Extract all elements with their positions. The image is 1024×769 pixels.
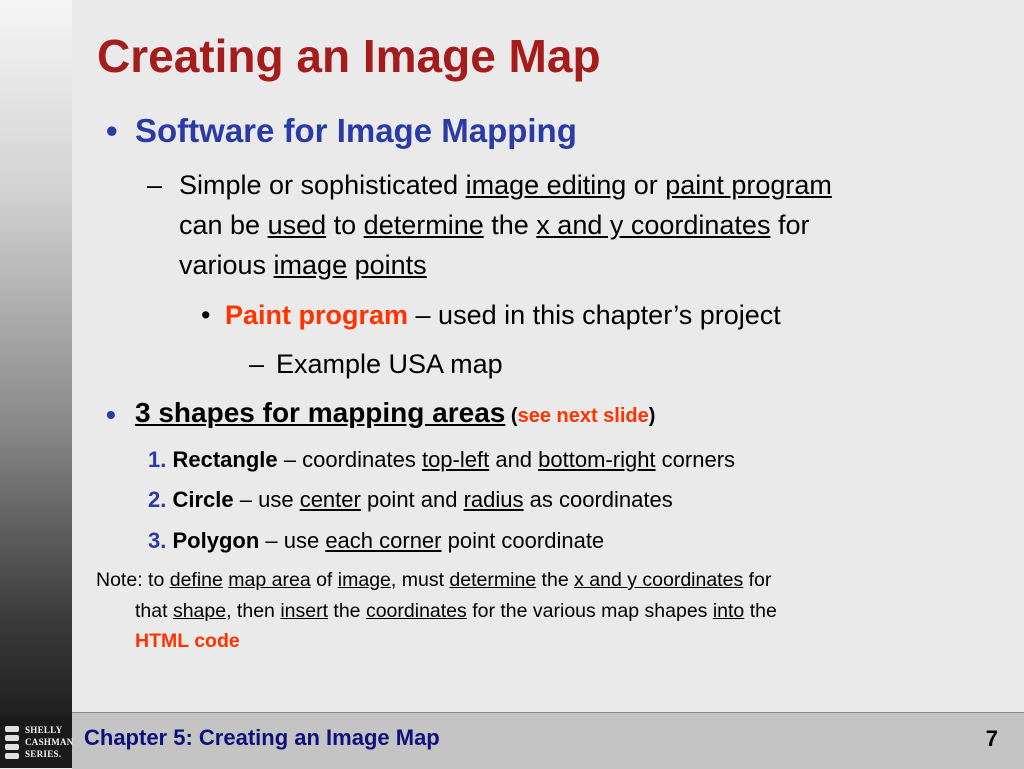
underlined-term: determine xyxy=(449,569,537,591)
slide-footer: Chapter 5: Creating an Image Map 7 xyxy=(72,712,1024,769)
page-number: 7 xyxy=(985,726,998,751)
underlined-term: each corner xyxy=(325,528,442,553)
logo-line: CASHMAN xyxy=(25,737,74,747)
see-next-slide-link[interactable]: see next slide xyxy=(518,405,649,427)
shelly-cashman-logo: SHELLY CASHMAN SERIES. xyxy=(0,716,74,768)
text: various xyxy=(179,250,274,280)
text: point and xyxy=(360,487,464,512)
paint-program-bullet: Paint program – used in this chapter’s p… xyxy=(225,300,781,331)
text: the xyxy=(483,210,537,240)
underlined-term: used xyxy=(267,210,327,240)
dash-marker: – xyxy=(249,349,265,379)
underlined-term: paint program xyxy=(665,170,832,200)
underlined-term: map area xyxy=(228,569,311,591)
text: or xyxy=(626,170,666,200)
item-number: 3. xyxy=(148,528,167,553)
note-line-3: HTML code xyxy=(135,630,240,653)
text: Note: to xyxy=(96,569,170,591)
text: – coordinates xyxy=(277,447,422,472)
bullet-marker: • xyxy=(201,300,211,330)
slide-title: Creating an Image Map xyxy=(97,30,601,82)
underlined-term: determine xyxy=(363,210,484,240)
numbered-item-rectangle: 1. Rectangle – coordinates top-left and … xyxy=(148,447,735,473)
example-usa-map: Example USA map xyxy=(276,349,503,379)
text: the xyxy=(536,569,575,591)
underlined-term: bottom-right xyxy=(538,447,656,472)
underlined-term: define xyxy=(169,569,223,591)
bullet-marker: • xyxy=(106,399,116,430)
underlined-term: into xyxy=(712,600,745,622)
underlined-term: x and y coordinates xyxy=(536,210,771,240)
paint-program-label: Paint program xyxy=(225,300,409,330)
underlined-term: image xyxy=(273,250,348,280)
underlined-term: image xyxy=(337,569,391,591)
text xyxy=(347,250,355,280)
item-number: 2. xyxy=(148,487,167,512)
text: Simple or sophisticated xyxy=(179,170,466,200)
bullet-marker: • xyxy=(106,112,118,149)
underlined-term: top-left xyxy=(421,447,490,472)
text: , then xyxy=(226,600,281,622)
underlined-term: coordinates xyxy=(365,600,467,622)
text: of xyxy=(310,569,338,591)
text: for the various map shapes xyxy=(466,600,713,622)
html-code-label: HTML code xyxy=(135,630,240,652)
footer-chapter-title: Chapter 5: Creating an Image Map xyxy=(84,725,440,750)
note-line-1: Note: to define map area of image, must … xyxy=(96,569,771,592)
text: and xyxy=(489,447,539,472)
underlined-term: points xyxy=(354,250,427,280)
numbered-item-circle: 2. Circle – use center point and radius … xyxy=(148,487,673,513)
underlined-term: shape xyxy=(172,600,227,622)
dash-marker: – xyxy=(147,170,163,200)
item-number: 1. xyxy=(148,447,167,472)
text: – used in this chapter’s project xyxy=(408,300,781,330)
text: that xyxy=(135,600,173,622)
note-line-2: that shape, then insert the coordinates … xyxy=(135,600,777,623)
bullet-software-heading: Software for Image Mapping xyxy=(135,112,577,149)
logo-line: SERIES. xyxy=(25,749,62,759)
numbered-item-polygon: 3. Polygon – use each corner point coord… xyxy=(148,528,604,554)
underlined-term: image editing xyxy=(465,170,627,200)
logo-text: SHELLY CASHMAN SERIES. xyxy=(25,724,74,760)
text: point coordinate xyxy=(441,528,605,553)
text: the xyxy=(328,600,366,622)
text: can be xyxy=(179,210,268,240)
text: the xyxy=(744,600,777,622)
shape-name: Rectangle xyxy=(172,447,278,472)
shape-name: Circle xyxy=(172,487,234,512)
paren-open: ( xyxy=(505,405,518,427)
sub-bullet-line-3: various image points xyxy=(179,250,427,281)
left-gradient-bar xyxy=(0,0,72,768)
logo-line: SHELLY xyxy=(25,725,63,735)
paren-close: ) xyxy=(648,405,656,427)
text: – use xyxy=(259,528,326,553)
text: , must xyxy=(390,569,450,591)
underlined-term: radius xyxy=(463,487,524,512)
text: to xyxy=(326,210,364,240)
underlined-term: insert xyxy=(280,600,328,622)
text: as coordinates xyxy=(523,487,673,512)
sub-bullet-line-1: Simple or sophisticated image editing or… xyxy=(179,170,832,201)
text: – use xyxy=(233,487,300,512)
book-stack-icon xyxy=(5,725,19,759)
text: corners xyxy=(655,447,736,472)
text: for xyxy=(743,569,772,591)
shapes-heading: 3 shapes for mapping areas xyxy=(135,397,506,428)
underlined-term: center xyxy=(299,487,361,512)
shapes-bullet: 3 shapes for mapping areas (see next sli… xyxy=(135,397,655,429)
sub-bullet-line-2: can be used to determine the x and y coo… xyxy=(179,210,809,241)
text: for xyxy=(770,210,810,240)
underlined-term: x and y coordinates xyxy=(574,569,744,591)
shape-name: Polygon xyxy=(172,528,260,553)
